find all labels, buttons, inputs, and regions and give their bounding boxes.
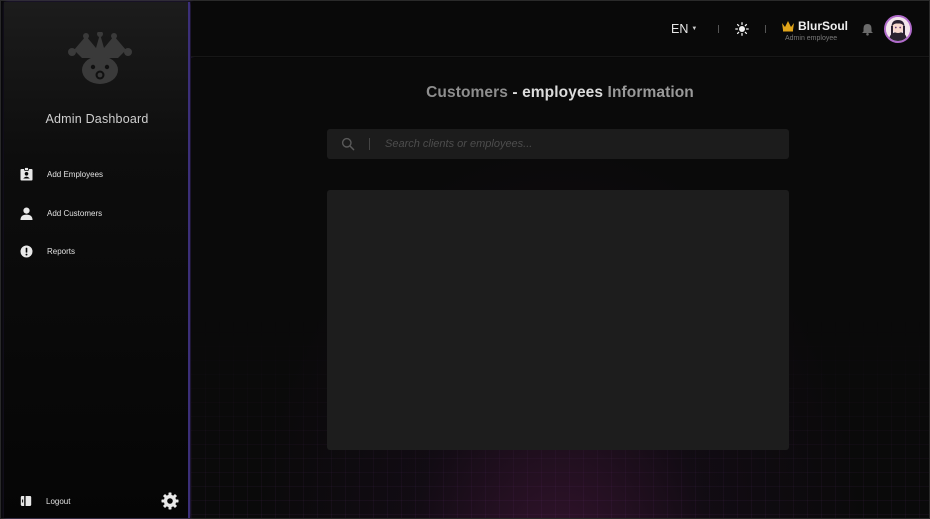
crown-icon: [782, 21, 794, 32]
sidebar-item-add-customers[interactable]: Add Customers: [16, 201, 176, 225]
results-panel: [327, 190, 789, 450]
app-window: Admin Dashboard Add Employees Add Custom…: [0, 0, 930, 519]
main-content: Customers - employees Information: [191, 58, 929, 518]
search-input[interactable]: [385, 138, 765, 150]
sidebar-item-add-employees[interactable]: Add Employees: [16, 162, 176, 186]
sidebar-item-label: Reports: [47, 246, 76, 256]
employee-badge-icon: [16, 164, 36, 184]
page-title: Customers - employees Information: [191, 84, 929, 102]
alert-circle-icon: [16, 241, 36, 261]
user-profile[interactable]: BlurSoul Admin employee: [781, 19, 848, 42]
logout-button[interactable]: Logout: [16, 491, 70, 511]
title-part-information: Information: [607, 84, 694, 101]
sidebar: Admin Dashboard Add Employees Add Custom…: [4, 2, 190, 518]
title-part-customers: Customers: [426, 84, 508, 101]
search-icon: [341, 137, 355, 151]
gear-icon[interactable]: [160, 491, 180, 511]
admin-dashboard-title: Admin Dashboard: [45, 112, 149, 126]
sidebar-item-label: Add Employees: [47, 169, 104, 179]
avatar[interactable]: [884, 15, 912, 43]
search-divider: [369, 138, 370, 150]
logout-icon: [16, 491, 36, 511]
bell-icon[interactable]: [861, 23, 874, 36]
user-name: BlurSoul: [798, 19, 848, 33]
header-divider: [765, 25, 766, 33]
sidebar-item-reports[interactable]: Reports: [16, 239, 176, 263]
sidebar-item-label: Add Customers: [47, 208, 103, 218]
person-icon: [16, 203, 36, 223]
language-label: EN: [671, 22, 689, 36]
jester-logo-icon: [68, 32, 132, 84]
avatar-image: [886, 17, 910, 41]
user-role: Admin employee: [785, 35, 838, 42]
top-header: EN ▼ BlurSoul Admin employee: [191, 2, 929, 57]
logout-label: Logout: [46, 496, 71, 506]
title-part-employees: - employees: [512, 84, 604, 101]
caret-down-icon: ▼: [691, 26, 698, 32]
search-bar: [327, 129, 789, 159]
header-divider: [718, 25, 719, 33]
language-selector[interactable]: EN ▼: [671, 22, 697, 36]
sun-icon[interactable]: [735, 22, 749, 36]
